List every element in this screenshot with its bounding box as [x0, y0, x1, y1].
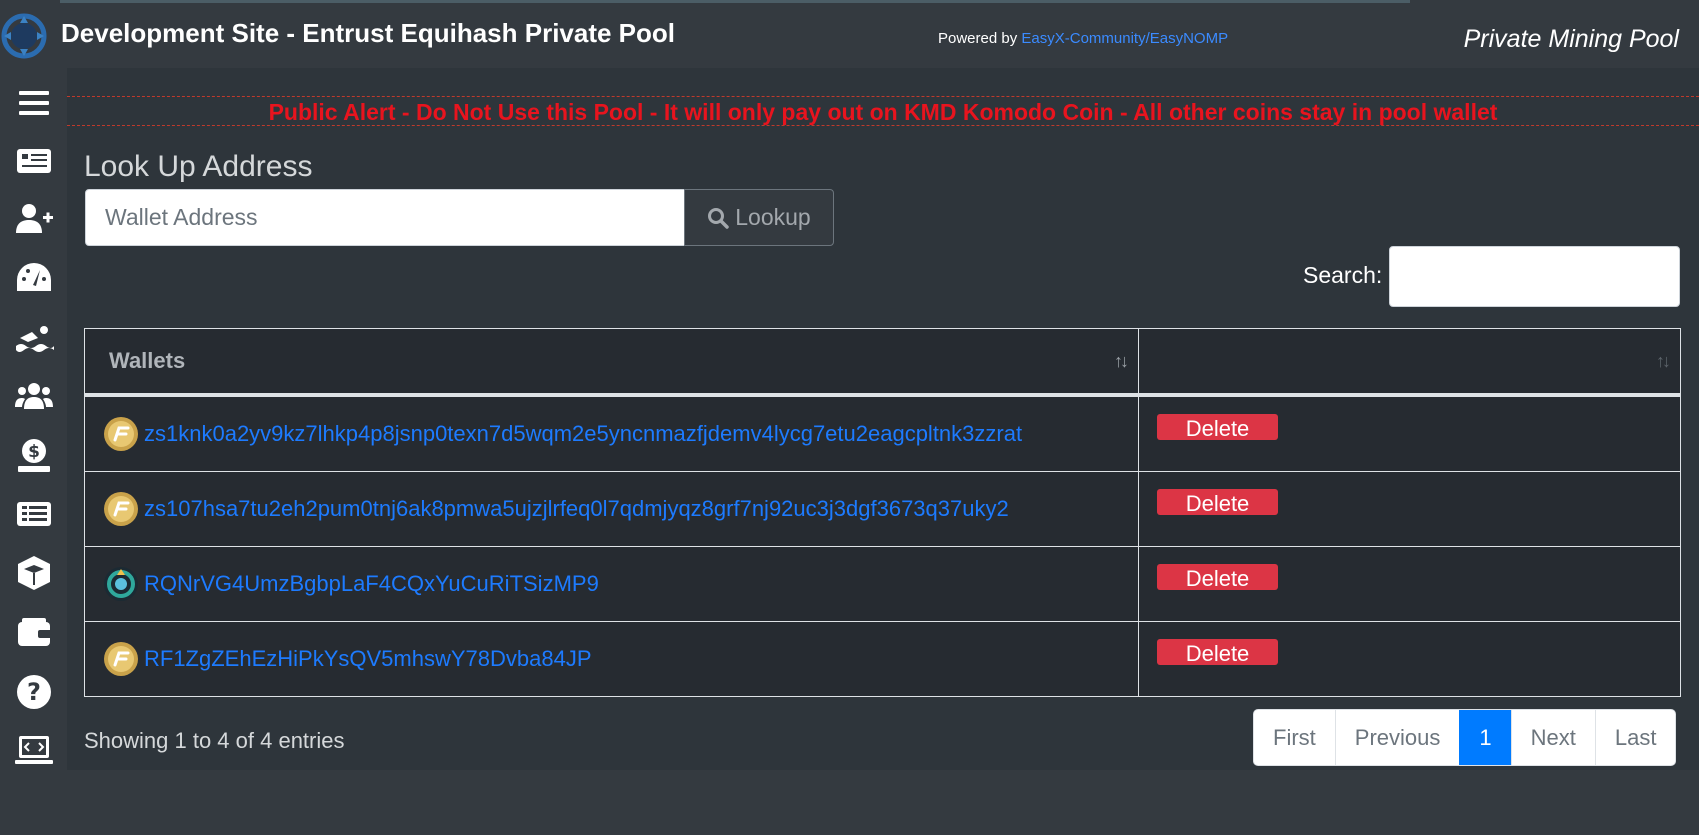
dashboard-gauge-icon: [17, 263, 51, 291]
lookup-button-label: Lookup: [735, 204, 811, 230]
payments-icon: $: [18, 439, 50, 472]
page-last-button[interactable]: Last: [1594, 710, 1676, 765]
wallet-cell: zs107hsa7tu2eh2pum0tnj6ak8pmwa5ujzjlrfeq…: [84, 470, 1139, 547]
sidebar-item-help[interactable]: ?: [10, 671, 58, 713]
table-row: zs1knk0a2yv9kz7lhkp4p8jsnp0texn7d5wqm2e5…: [84, 394, 1681, 472]
sidebar-item-register[interactable]: [10, 198, 58, 240]
list-icon: [17, 502, 51, 526]
sidebar-item-dashboard[interactable]: [10, 258, 58, 300]
sort-icon: ↑↓: [1656, 351, 1671, 371]
sidebar-item-miners[interactable]: [10, 375, 58, 417]
easynomp-link[interactable]: EasyX-Community/EasyNOMP: [1021, 30, 1228, 47]
wallet-cell: RF1ZgZEhEzHiPkYsQV5mhswY78Dvba84JP: [84, 620, 1139, 697]
sidebar-item-news[interactable]: [10, 140, 58, 182]
lookup-button[interactable]: Lookup: [684, 189, 834, 246]
wallet-cell: RQNrVG4UmzBgbpLaF4CQxYuCuRiTSizMP9: [84, 545, 1139, 622]
delete-button[interactable]: Delete: [1157, 564, 1278, 591]
table-info: Showing 1 to 4 of 4 entries: [84, 728, 345, 753]
coin-gold-icon: [104, 491, 138, 526]
svg-text:$: $: [28, 442, 40, 462]
wallets-table: Wallets ↑↓ ↑↓ zs1knk0a2yv9kz7lhkp4p8jsnp…: [84, 328, 1681, 697]
action-cell: Delete: [1138, 470, 1681, 547]
wallet-icon: [18, 618, 52, 646]
site-title[interactable]: Development Site - Entrust Equihash Priv…: [61, 18, 675, 49]
svg-text:?: ?: [27, 678, 41, 706]
column-header-wallets[interactable]: Wallets ↑↓: [84, 328, 1139, 397]
table-row: zs107hsa7tu2eh2pum0tnj6ak8pmwa5ujzjlrfeq…: [84, 470, 1681, 547]
page-footer-area: [67, 770, 1699, 835]
delete-button[interactable]: Delete: [1157, 489, 1278, 516]
sidebar: $ ?: [0, 68, 67, 835]
sidebar-item-pools[interactable]: [10, 317, 58, 359]
top-navbar: Development Site - Entrust Equihash Priv…: [0, 0, 1699, 68]
page-next-button[interactable]: Next: [1510, 710, 1595, 765]
help-icon: ?: [17, 675, 51, 709]
menu-toggle-button[interactable]: [10, 82, 58, 124]
wallet-address-input[interactable]: [85, 189, 685, 246]
table-row: RF1ZgZEhEzHiPkYsQV5mhswY78Dvba84JP Delet…: [84, 620, 1681, 697]
brand-tagline: Private Mining Pool: [1463, 25, 1679, 53]
sidebar-item-api[interactable]: [10, 729, 58, 771]
action-cell: Delete: [1138, 545, 1681, 622]
main-content: Public Alert - Do Not Use this Pool - It…: [67, 68, 1699, 770]
swimmer-icon: [16, 326, 54, 352]
sidebar-item-payments[interactable]: $: [10, 435, 58, 477]
page-first-button[interactable]: First: [1254, 710, 1335, 765]
coin-gold-icon: [104, 641, 138, 676]
search-label: Search:: [1303, 262, 1383, 288]
coin-gold-icon: [104, 416, 138, 451]
sort-icon: ↑↓: [1114, 351, 1129, 371]
coin-teal-icon: [104, 566, 138, 601]
blocks-cube-icon: [18, 556, 50, 590]
menu-icon: [19, 91, 49, 115]
delete-button[interactable]: Delete: [1157, 414, 1278, 441]
action-cell: Delete: [1138, 394, 1681, 472]
powered-by: Powered by EasyX-Community/EasyNOMP: [938, 30, 1228, 47]
workers-icon: [15, 383, 53, 409]
public-alert: Public Alert - Do Not Use this Pool - It…: [67, 96, 1699, 126]
column-header-actions[interactable]: ↑↓: [1138, 328, 1681, 397]
page-current-button[interactable]: 1: [1459, 710, 1511, 765]
pool-logo-icon[interactable]: [1, 13, 47, 59]
wallet-address-link[interactable]: zs107hsa7tu2eh2pum0tnj6ak8pmwa5ujzjlrfeq…: [144, 496, 1009, 522]
column-header-label: Wallets: [109, 347, 186, 373]
top-accent-line: [60, 0, 1410, 3]
sidebar-item-wallets[interactable]: [10, 612, 58, 654]
api-icon: [15, 736, 53, 764]
lookup-title: Look Up Address: [84, 150, 313, 183]
delete-button[interactable]: Delete: [1157, 639, 1278, 666]
wallet-address-link[interactable]: zs1knk0a2yv9kz7lhkp4p8jsnp0texn7d5wqm2e5…: [144, 421, 1022, 447]
news-icon: [17, 149, 51, 173]
powered-by-text: Powered by: [938, 30, 1022, 47]
search-icon: [708, 207, 730, 229]
action-cell: Delete: [1138, 620, 1681, 697]
wallet-cell: zs1knk0a2yv9kz7lhkp4p8jsnp0texn7d5wqm2e5…: [84, 394, 1139, 472]
sidebar-item-stats[interactable]: [10, 493, 58, 535]
sidebar-item-blocks[interactable]: [10, 552, 58, 594]
add-user-icon: [16, 204, 53, 233]
page-previous-button[interactable]: Previous: [1334, 710, 1460, 765]
pagination: First Previous 1 Next Last: [1253, 709, 1677, 766]
wallet-address-link[interactable]: RF1ZgZEhEzHiPkYsQV5mhswY78Dvba84JP: [144, 646, 592, 672]
wallet-address-link[interactable]: RQNrVG4UmzBgbpLaF4CQxYuCuRiTSizMP9: [144, 571, 599, 597]
table-search-input[interactable]: [1389, 246, 1680, 307]
table-row: RQNrVG4UmzBgbpLaF4CQxYuCuRiTSizMP9 Delet…: [84, 545, 1681, 622]
